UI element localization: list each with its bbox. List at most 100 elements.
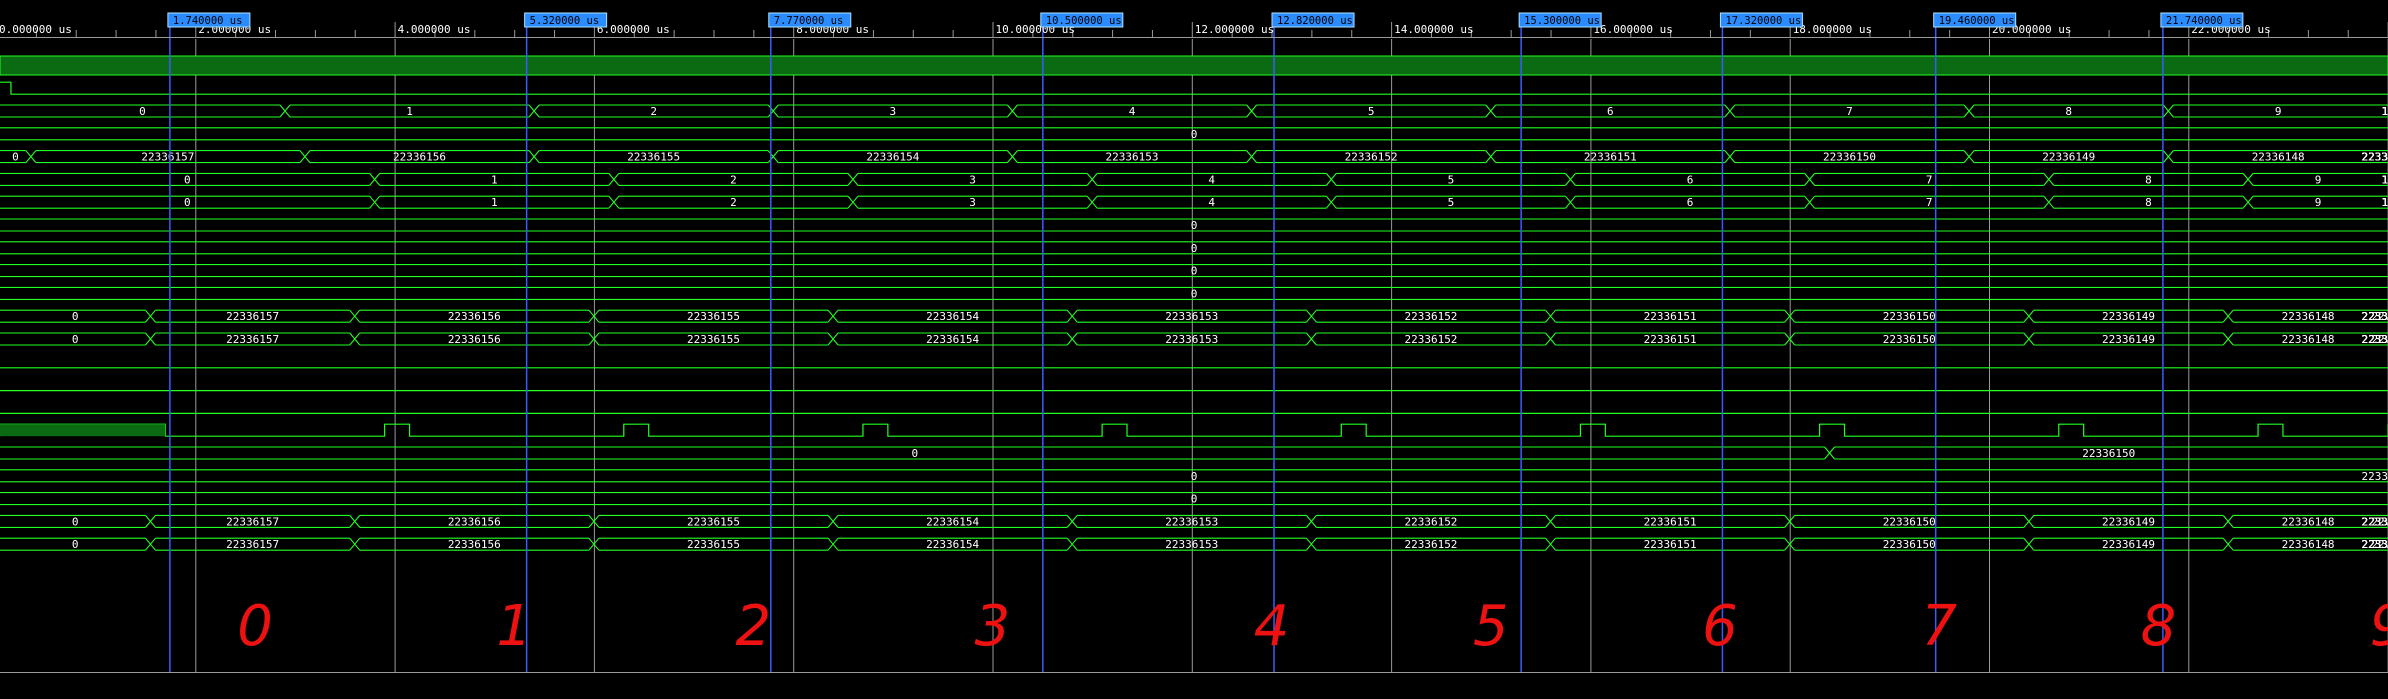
bus-transition (279, 104, 291, 118)
marker-cursors[interactable] (169, 0, 2388, 672)
bus-value: 22336155 (687, 515, 740, 528)
bus-transition (1305, 332, 1317, 346)
bus-transition (1246, 104, 1258, 118)
bus-value: 0 (72, 515, 79, 528)
ruler-tick-label: 0.000000 us (0, 23, 72, 36)
time-ruler[interactable]: 0.000000 us 2.000000 us 4.000000 us 6.00000… (0, 22, 2388, 38)
bus-value: 5 (1448, 173, 1455, 186)
bus-value: 7 (1926, 173, 1933, 186)
bus-transition (299, 150, 311, 163)
bus-transition (349, 537, 361, 551)
bus-value: 0 (72, 538, 79, 551)
bus-value: 0 (184, 196, 191, 209)
signal-row[interactable]: 0 22336157 22336156 22336155 22336154 2233615… (0, 309, 2388, 323)
bus-value: 22336148 (2282, 538, 2335, 551)
bus-value: 22336156 (448, 310, 501, 323)
bus-transition (2242, 195, 2254, 209)
bus-value: 22336152 (1404, 333, 1457, 346)
bus-transition (2162, 104, 2174, 118)
bus-value: 8 (2145, 173, 2152, 186)
bus-value: 22... (2371, 515, 2388, 528)
signal-row[interactable]: 012345678910111213141516171819 (0, 172, 2388, 186)
signal-row[interactable]: 012345678910111213141516171819 (0, 104, 2388, 118)
ruler-tick-label: 14.000000 us (1394, 23, 1473, 36)
signal-row[interactable] (0, 81, 2388, 95)
bus-transition (1305, 309, 1317, 323)
signal-row[interactable]: 0 22336157 22336156 22336155 22336154 2233615… (0, 332, 2388, 346)
bus-transition (1545, 309, 1556, 323)
bus-transition (847, 195, 859, 209)
signal-row[interactable]: 0 (0, 264, 2388, 278)
signal-row[interactable]: 0 (0, 241, 2388, 255)
bus-value: 22336152 (1404, 515, 1457, 528)
bus-value: 22336151 (1644, 333, 1697, 346)
signal-row[interactable] (0, 55, 2388, 76)
ruler-tick-label: 16.000000 us (1593, 23, 1672, 36)
bus-value: 3 (890, 105, 897, 118)
bus-value: 3 (969, 196, 976, 209)
bus-value: 22336157 (226, 310, 279, 323)
bus-transition (2023, 515, 2035, 528)
bus-transition (2242, 173, 2254, 186)
signal-row[interactable]: 012345678910111213141516171819 (0, 195, 2388, 209)
annotation-number: 3 (975, 594, 1011, 659)
bus-value: 22... (2371, 310, 2388, 323)
signal-digital (0, 423, 2388, 437)
bus-value: 0 (1191, 219, 1198, 232)
bus-value: 22336151 (1584, 151, 1637, 164)
signal-row[interactable]: 0 22336150 (0, 446, 2388, 460)
marker-label: 10.500000 us (1046, 15, 1122, 27)
bus-value: 22336154 (926, 515, 979, 528)
bus-value: 22336157 (226, 333, 279, 346)
bus-transition (767, 150, 779, 163)
bus-value: 0 (1191, 265, 1198, 278)
bus-value: 22336145 (2362, 470, 2388, 483)
marker-label: 19.460000 us (1939, 15, 2015, 27)
annotation-number: 4 (1254, 594, 1290, 659)
bus-value: 7 (1846, 105, 1853, 118)
signal-high-fill (0, 424, 166, 437)
bus-value: 22336150 (1823, 151, 1876, 164)
signal-row[interactable]: 0 (0, 492, 2388, 506)
bus-transition (1325, 195, 1337, 209)
waveform-viewer[interactable]: 0123456789101112131415161718190022336157… (0, 0, 2388, 699)
bus-value: 7 (1926, 196, 1933, 209)
bus-transition (349, 515, 361, 528)
bus-value: 0 (72, 333, 79, 346)
bus-transition (349, 332, 361, 346)
bus-value: 22336151 (1644, 310, 1697, 323)
bus-value: 0 (1191, 242, 1198, 255)
ruler-tick-label: 12.000000 us (1195, 23, 1274, 36)
bus-transition (1305, 515, 1317, 528)
signal-row[interactable]: 0 22336157 22336156 22336155 22336154 2233615… (0, 537, 2388, 551)
signal-row[interactable]: 0 22336145 (0, 469, 2388, 483)
signal-row[interactable]: 0 (0, 286, 2388, 300)
bus-transition (1007, 104, 1018, 118)
bus-transition (1824, 446, 1835, 460)
bus-transition (1066, 332, 1078, 346)
bus-value: 2 (730, 173, 737, 186)
bus-value: 22... (2371, 333, 2388, 346)
bus-value: 22336156 (448, 515, 501, 528)
signal-row[interactable]: 0 22336157 22336156 22336155 22336154 2233615… (0, 514, 2388, 528)
bus-value: 19 (2381, 173, 2388, 186)
bus-value: 6 (1687, 196, 1694, 209)
bus-value: 22336155 (627, 151, 680, 164)
signal-row[interactable]: 0 (0, 218, 2388, 232)
signal-row[interactable]: 0 22336157 22336156 22336155 22336154 2233615… (0, 150, 2388, 164)
marker-label: 7.770000 us (774, 15, 844, 27)
bus-transition (2222, 515, 2234, 528)
bus-transition (1963, 150, 1975, 163)
signal-traces: 0123456789101112131415161718190022336157… (0, 55, 2388, 551)
bus-value: 22336152 (1404, 538, 1457, 551)
signal-row[interactable]: 0 (0, 127, 2388, 141)
bus-value: 22336148 (2252, 151, 2305, 164)
bus-transition (1066, 537, 1078, 551)
signal-row[interactable] (0, 423, 2388, 437)
bus-transition (1066, 515, 1078, 528)
bus-transition (145, 515, 156, 528)
bus-value: 0 (1191, 128, 1198, 141)
bus-transition (369, 195, 381, 209)
bus-value: 22336150 (1883, 310, 1936, 323)
ruler-tick-label: 4.000000 us (398, 23, 471, 36)
